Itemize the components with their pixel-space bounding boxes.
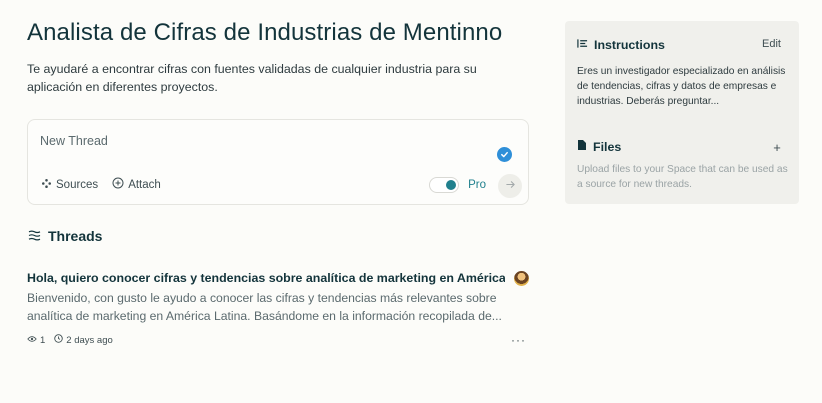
files-header: Files bbox=[577, 139, 621, 154]
space-description: Te ayudaré a encontrar cifras con fuente… bbox=[27, 62, 477, 94]
arrow-right-icon bbox=[505, 177, 516, 195]
space-sidebar: Instructions Edit Eres un investigador e… bbox=[565, 21, 799, 204]
sources-label: Sources bbox=[56, 178, 99, 191]
pro-toggle-knob bbox=[446, 180, 457, 190]
views-count: 1 bbox=[40, 334, 46, 346]
threads-icon bbox=[28, 228, 41, 244]
file-icon bbox=[577, 139, 587, 154]
thread-meta: 1 2 days ago bbox=[27, 334, 113, 346]
threads-heading: Threads bbox=[28, 228, 102, 244]
check-badge-icon bbox=[497, 147, 512, 162]
space-title: Analista de Cifras de Industrias de Ment… bbox=[27, 19, 503, 46]
pro-toggle-switch[interactable] bbox=[429, 177, 460, 193]
pro-label: Pro bbox=[468, 179, 486, 191]
thread-views: 1 bbox=[27, 335, 45, 346]
submit-button[interactable] bbox=[498, 174, 522, 198]
eye-icon bbox=[27, 335, 37, 346]
thread-time: 2 days ago bbox=[54, 334, 113, 346]
attach-label: Attach bbox=[128, 178, 161, 191]
attach-plus-icon bbox=[112, 177, 124, 192]
thread-more-button[interactable]: ··· bbox=[511, 333, 526, 347]
instructions-text: Eres un investigador especializado en an… bbox=[577, 66, 786, 107]
edit-instructions-button[interactable]: Edit bbox=[762, 38, 781, 50]
thread-excerpt[interactable]: Bienvenido, con gusto le ayudo a conocer… bbox=[27, 290, 515, 325]
avatar bbox=[514, 271, 529, 286]
new-thread-input[interactable]: New Thread bbox=[40, 134, 108, 148]
instructions-header: Instructions bbox=[577, 38, 665, 52]
clock-icon bbox=[54, 334, 64, 346]
sources-button[interactable]: Sources bbox=[41, 178, 98, 192]
attach-button[interactable]: Attach bbox=[112, 177, 161, 192]
new-thread-composer[interactable]: New Thread Sources Attach Pro bbox=[27, 119, 529, 205]
add-file-button[interactable]: + bbox=[769, 139, 785, 155]
instructions-icon bbox=[577, 38, 588, 52]
thread-time-label: 2 days ago bbox=[66, 334, 113, 346]
instructions-label: Instructions bbox=[594, 38, 665, 52]
sources-icon bbox=[41, 178, 52, 192]
thread-title[interactable]: Hola, quiero conocer cifras y tendencias… bbox=[27, 271, 505, 285]
threads-heading-label: Threads bbox=[48, 228, 103, 244]
pro-toggle[interactable]: Pro bbox=[429, 177, 486, 193]
files-label: Files bbox=[593, 139, 622, 154]
files-description: Upload files to your Space that can be u… bbox=[577, 164, 788, 190]
